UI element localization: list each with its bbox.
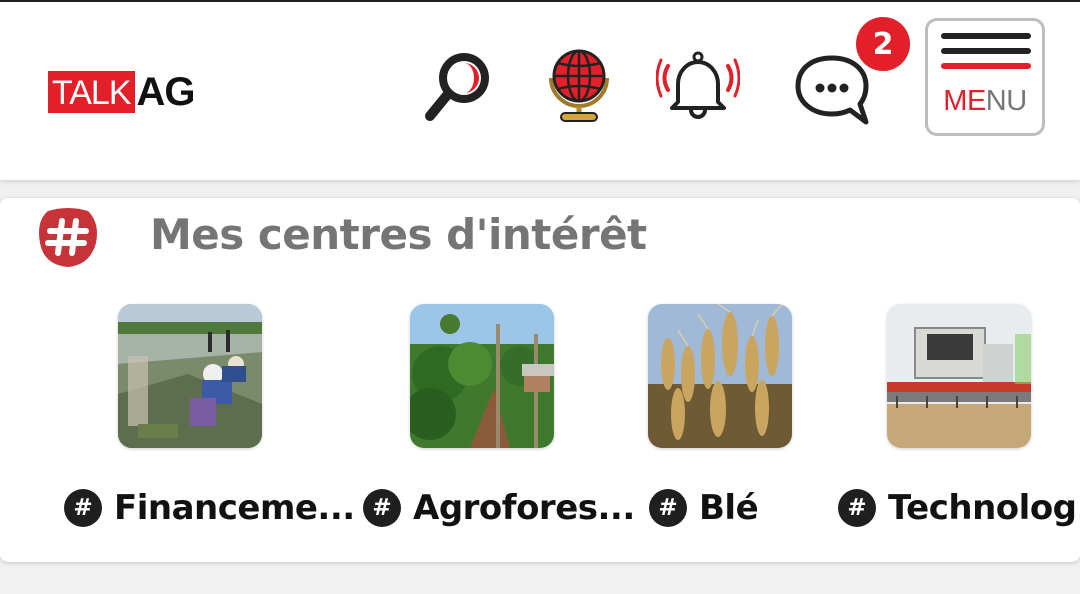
menu-bar-3 bbox=[941, 63, 1031, 69]
interest-label: Technolog... bbox=[888, 488, 1080, 528]
interest-item[interactable]: # Technolog... bbox=[838, 486, 1080, 530]
hashtag-icon bbox=[34, 203, 102, 271]
messages-count-badge: 2 bbox=[856, 17, 910, 71]
hashtag-badge-icon: # bbox=[838, 489, 876, 527]
notification-bell-icon[interactable] bbox=[656, 42, 740, 126]
menu-bar-2 bbox=[941, 48, 1031, 54]
logo-part-red: TALK bbox=[48, 71, 135, 113]
talkag-logo[interactable]: TALK AG bbox=[48, 70, 196, 114]
hashtag-badge-icon: # bbox=[649, 489, 687, 527]
search-icon[interactable] bbox=[415, 42, 499, 126]
menu-bar-1 bbox=[941, 33, 1031, 39]
menu-label: MENU bbox=[943, 85, 1027, 117]
menu-button[interactable]: MENU bbox=[925, 18, 1045, 136]
interest-label: Agrofores... bbox=[413, 488, 635, 528]
app-header: TALK AG MENU bbox=[0, 2, 1080, 180]
logo-part-dark: AG bbox=[136, 70, 196, 114]
hashtag-badge-icon: # bbox=[64, 489, 102, 527]
interest-image-harvester[interactable] bbox=[887, 304, 1031, 448]
hashtag-badge-icon: # bbox=[363, 489, 401, 527]
interest-label: Financeme... bbox=[114, 488, 355, 528]
interest-item[interactable]: # Financeme... bbox=[64, 486, 355, 530]
interests-title: Mes centres d'intérêt bbox=[150, 210, 647, 259]
globe-icon[interactable] bbox=[537, 42, 621, 126]
interest-image-rice-field[interactable] bbox=[118, 304, 262, 448]
interest-item[interactable]: # Agrofores... bbox=[363, 486, 635, 530]
interest-image-agroforestry[interactable] bbox=[410, 304, 554, 448]
interest-item[interactable]: # Blé bbox=[649, 486, 759, 530]
interest-image-wheat[interactable] bbox=[648, 304, 792, 448]
interest-label: Blé bbox=[699, 488, 759, 528]
